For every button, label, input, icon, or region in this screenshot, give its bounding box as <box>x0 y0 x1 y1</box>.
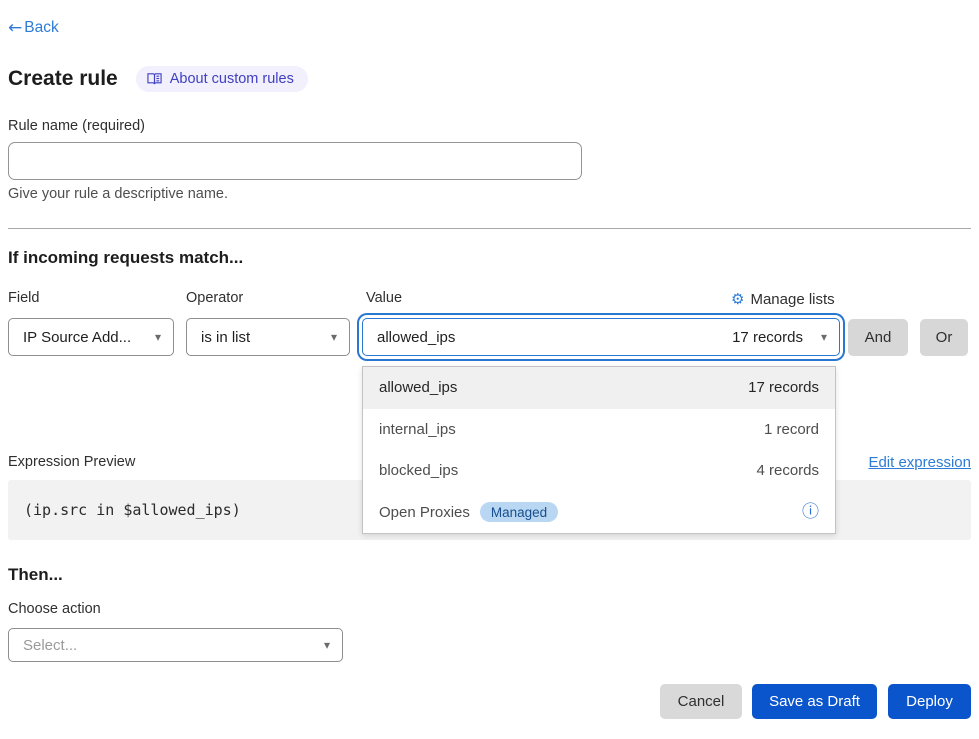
list-item-count: 1 record <box>764 421 819 438</box>
value-select-count: 17 records <box>732 329 803 346</box>
chevron-down-icon: ▾ <box>821 330 827 344</box>
save-as-draft-button[interactable]: Save as Draft <box>752 684 877 719</box>
value-label: Value <box>366 290 402 306</box>
action-select-placeholder: Select... <box>23 637 77 654</box>
field-select-value: IP Source Add... <box>23 329 131 346</box>
chevron-down-icon: ▾ <box>324 638 330 652</box>
expression-preview-label: Expression Preview <box>8 454 135 470</box>
info-icon[interactable]: ⓘ <box>802 504 819 521</box>
gear-icon: ⚙ <box>731 290 744 308</box>
list-item-count: 17 records <box>748 379 819 396</box>
chevron-down-icon: ▾ <box>155 330 161 344</box>
back-label: Back <box>24 19 58 37</box>
rule-name-label: Rule name (required) <box>8 118 145 134</box>
deploy-button[interactable]: Deploy <box>888 684 971 719</box>
list-item-blocked-ips[interactable]: blocked_ips 4 records <box>363 450 835 492</box>
managed-badge: Managed <box>480 502 558 522</box>
rule-name-input[interactable] <box>8 142 582 180</box>
list-item-name: blocked_ips <box>379 462 458 479</box>
chevron-down-icon: ▾ <box>331 330 337 344</box>
create-rule-page: ← Back Create rule About custom rules Ru… <box>0 0 979 739</box>
manage-lists-label: Manage lists <box>750 291 834 308</box>
expression-code: (ip.src in $allowed_ips) <box>8 501 241 519</box>
list-item-allowed-ips[interactable]: allowed_ips 17 records <box>363 367 835 409</box>
book-icon <box>147 72 162 86</box>
field-label: Field <box>8 290 39 306</box>
cancel-button[interactable]: Cancel <box>660 684 742 719</box>
operator-select-value: is in list <box>201 329 250 346</box>
back-link[interactable]: ← Back <box>8 18 59 38</box>
list-item-count: 4 records <box>756 462 819 479</box>
action-select[interactable]: Select... ▾ <box>8 628 343 662</box>
then-section-heading: Then... <box>8 565 63 585</box>
list-item-name: Open Proxies <box>379 504 470 521</box>
and-button[interactable]: And <box>848 319 908 356</box>
value-select-name: allowed_ips <box>377 329 455 346</box>
about-badge-label: About custom rules <box>170 71 294 87</box>
list-item-name: allowed_ips <box>379 379 457 396</box>
field-select[interactable]: IP Source Add... ▾ <box>8 318 174 356</box>
match-section-heading: If incoming requests match... <box>8 248 243 268</box>
about-custom-rules-link[interactable]: About custom rules <box>136 66 308 92</box>
list-item-name: internal_ips <box>379 421 456 438</box>
choose-action-label: Choose action <box>8 601 101 617</box>
value-select[interactable]: allowed_ips 17 records ▾ <box>362 318 840 356</box>
manage-lists-link[interactable]: ⚙ Manage lists <box>731 290 835 308</box>
edit-expression-link[interactable]: Edit expression <box>868 454 971 471</box>
or-button[interactable]: Or <box>920 319 968 356</box>
list-dropdown-menu: allowed_ips 17 records internal_ips 1 re… <box>362 366 836 534</box>
back-arrow-icon: ← <box>8 18 22 38</box>
list-item-internal-ips[interactable]: internal_ips 1 record <box>363 409 835 451</box>
operator-select[interactable]: is in list ▾ <box>186 318 350 356</box>
section-divider <box>8 228 971 229</box>
page-title: Create rule <box>8 67 118 91</box>
rule-name-helper: Give your rule a descriptive name. <box>8 186 228 202</box>
list-item-open-proxies[interactable]: Open Proxies Managed ⓘ <box>363 492 835 534</box>
operator-label: Operator <box>186 290 243 306</box>
